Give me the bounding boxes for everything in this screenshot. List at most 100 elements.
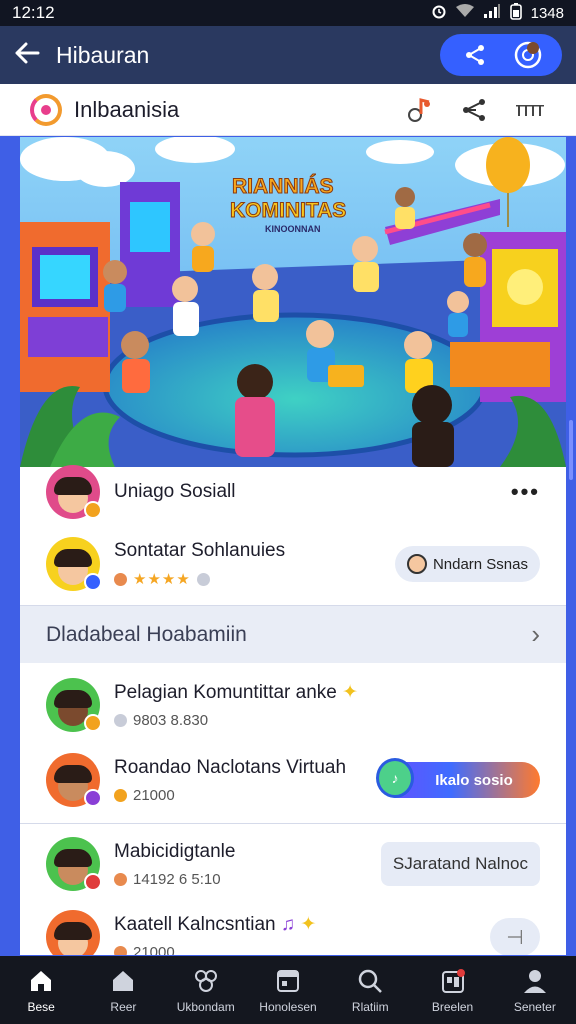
avatar <box>46 910 100 955</box>
row-content: Pelagian Komuntittar anke ✦ 9803 8.830 <box>114 681 540 729</box>
profile-button[interactable] <box>513 40 543 70</box>
arcade-cabinet-left <box>20 222 110 392</box>
row-meta: 21000 <box>114 787 378 804</box>
rating: ★★★★ <box>114 570 395 588</box>
connect-button[interactable] <box>460 95 490 125</box>
nav-item-bese[interactable]: Bese <box>6 966 76 1014</box>
chip-avatar <box>406 554 427 574</box>
coin-icon <box>114 946 127 955</box>
activity-title: Kaatell Kalncsntian <box>114 914 276 935</box>
music-search-icon: ♪ <box>376 758 414 798</box>
calendar-icon <box>273 966 303 996</box>
row-meta: 9803 8.830 <box>114 712 540 729</box>
activity-row[interactable]: Roandao Naclotans Virtuah 21000 ♪ Ikalo … <box>20 747 566 813</box>
avatar-badge <box>84 501 102 519</box>
divider <box>20 823 566 824</box>
pin-button[interactable]: ⊣ <box>490 918 540 955</box>
status-icons: 1348 <box>431 2 564 24</box>
sub-header-actions <box>404 95 546 125</box>
more-options-button[interactable]: ••• <box>511 479 540 505</box>
activity-title: Pelagian Komuntittar anke <box>114 682 337 703</box>
join-virtual-button[interactable]: ♪ Ikalo sosio <box>376 758 540 798</box>
status-bar: 12:12 1348 <box>0 0 576 26</box>
settings-mini-icon <box>196 572 210 586</box>
share-button[interactable] <box>460 40 490 70</box>
music-note-icon <box>408 97 430 122</box>
section-header[interactable]: Dladabeal Hoabamiin › <box>20 605 566 663</box>
community-row[interactable]: Uniago Sosiall ••• <box>20 465 566 519</box>
community-chip[interactable]: Nndarn Ssnas <box>394 546 540 582</box>
avatar <box>46 837 102 891</box>
chip-label: Nndarn Ssnas <box>432 555 528 573</box>
meta-text: 14192 6 5:10 <box>133 870 221 888</box>
pin-icon: ⊣ <box>506 926 524 949</box>
community-icon <box>191 966 221 996</box>
row-title: Kaatell Kalncsntian ♫ ✦ <box>114 913 490 936</box>
nav-item-seneter[interactable]: Seneter <box>500 966 570 1014</box>
arcade-cabinet-center <box>120 182 180 307</box>
activity-row[interactable]: Kaatell Kalncsntian ♫ ✦ 21000 ⊣ <box>20 907 566 955</box>
music-note-icon: ♫ <box>280 914 296 935</box>
more-icon: ••• <box>510 479 540 504</box>
row-meta: 21000 <box>114 944 490 955</box>
alarm-icon <box>431 3 447 23</box>
nav-label: Breelen <box>431 1000 474 1014</box>
home-outline-icon <box>108 966 138 996</box>
activity-row[interactable]: Mabicidigtanle 14192 6 5:10 SJaratand Na… <box>20 831 566 897</box>
chevron-right-icon: › <box>531 619 540 649</box>
share-icon <box>465 45 484 65</box>
battery-level: 1348 <box>530 4 564 22</box>
back-button[interactable] <box>14 41 48 69</box>
sparkle-icon: ✦ <box>342 682 359 703</box>
brand-name: Inlbaanisia <box>74 96 180 122</box>
row-content: Sontatar Sohlanuies ★★★★ <box>114 540 395 588</box>
nav-item-ukbondam[interactable]: Ukbondam <box>171 966 241 1014</box>
row-content: Mabicidigtanle 14192 6 5:10 <box>114 841 381 888</box>
avatar-badge <box>84 714 102 732</box>
star-rating-icon: ★★★★ <box>133 571 191 588</box>
avatar <box>46 465 102 519</box>
nav-item-rlatiim[interactable]: Rlatiim <box>335 966 405 1014</box>
menu-button[interactable] <box>516 95 546 125</box>
battery-icon <box>509 2 523 24</box>
avatar <box>46 753 102 807</box>
avatar-badge <box>84 873 102 891</box>
search-icon <box>355 966 385 996</box>
participants-icon <box>114 714 127 727</box>
avatar <box>46 678 102 732</box>
hero-subtitle: KINOONNAN <box>265 224 321 234</box>
action-pill <box>440 34 562 76</box>
wifi-icon <box>455 3 475 23</box>
row-title: Sontatar Sohlanuies <box>114 540 286 561</box>
right-margin <box>566 137 576 955</box>
verified-badge-icon <box>84 789 102 807</box>
nav-label: Bese <box>27 1000 55 1014</box>
avatar <box>46 537 102 591</box>
music-note-button[interactable] <box>404 95 434 125</box>
left-margin <box>0 137 20 955</box>
avatar-face <box>54 922 92 955</box>
profile-icon <box>520 966 550 996</box>
nav-item-breelen[interactable]: Breelen <box>418 966 488 1014</box>
notification-icon <box>438 966 468 996</box>
nav-label: Reer <box>110 1000 137 1014</box>
signal-icon <box>483 3 501 23</box>
meta-text: 9803 8.830 <box>133 712 209 729</box>
nav-label: Rlatiim <box>351 1000 389 1014</box>
home-icon <box>26 966 56 996</box>
nav-item-honolesen[interactable]: Honolesen <box>253 966 323 1014</box>
scrollbar-thumb[interactable] <box>569 420 573 480</box>
app-title: Hibauran <box>56 41 150 68</box>
meta-text: 21000 <box>133 944 175 955</box>
standard-button[interactable]: SJaratand Nalnoc <box>380 842 540 886</box>
row-title: Pelagian Komuntittar anke ✦ <box>114 681 540 704</box>
coin-icon <box>114 788 127 802</box>
row-content: Kaatell Kalncsntian ♫ ✦ 21000 <box>114 913 490 955</box>
bottom-navigation: Bese Reer Ukbondam Honolesen Rlatiim Bre… <box>0 956 576 1024</box>
community-row[interactable]: Sontatar Sohlanuies ★★★★ Nndarn Ssnas <box>20 533 566 595</box>
nav-item-reer[interactable]: Reer <box>88 966 158 1014</box>
sub-header: Inlbaanisia <box>0 84 576 136</box>
section-title: Dladabeal Hoabamiin <box>46 622 247 646</box>
activity-row[interactable]: Pelagian Komuntittar anke ✦ 9803 8.830 <box>20 673 566 737</box>
hero-illustration[interactable]: RIANNIÁS KOMINITAS KINOONNAN <box>20 137 566 467</box>
